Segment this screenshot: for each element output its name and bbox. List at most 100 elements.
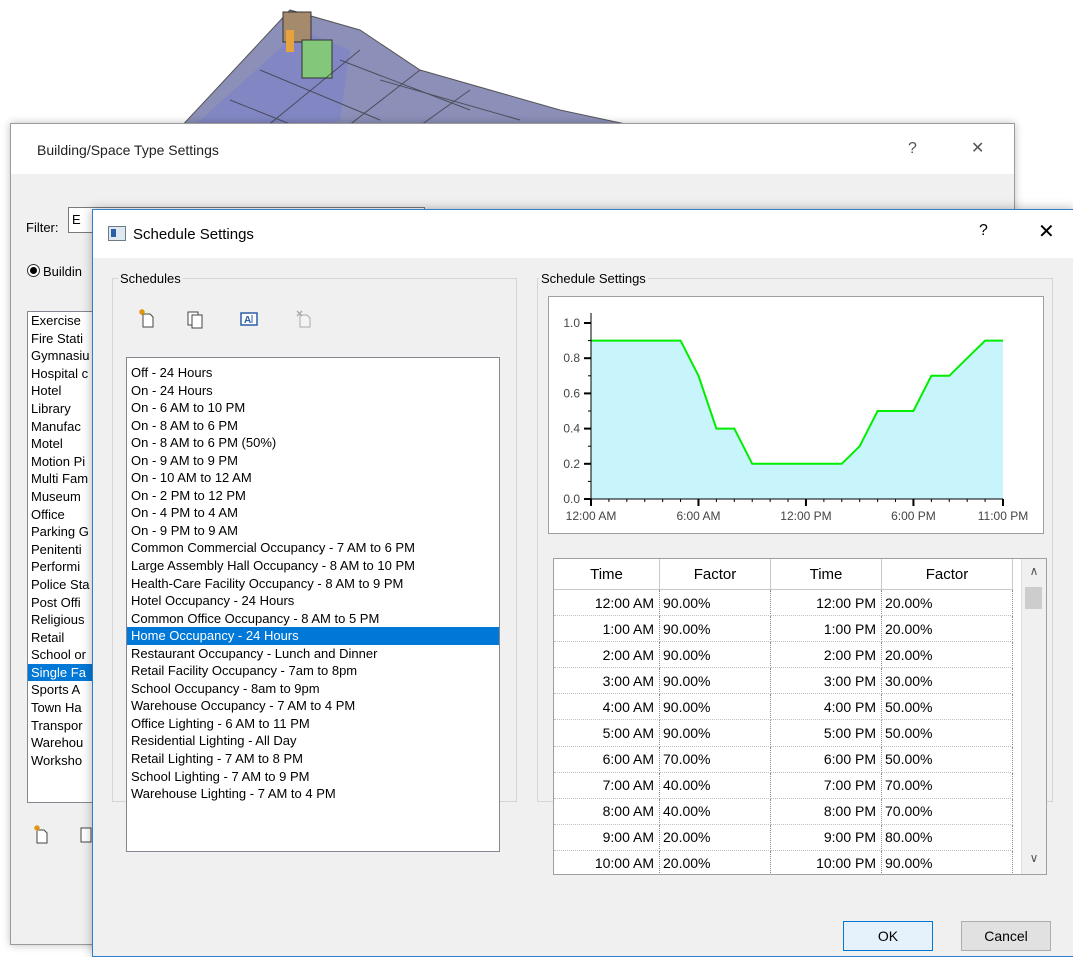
schedule-list-item[interactable]: Residential Lighting - All Day [127, 732, 499, 750]
factor-cell[interactable]: 90.00% [659, 719, 771, 747]
close-button[interactable]: ✕ [1038, 219, 1055, 244]
schedule-list-item[interactable]: On - 6 AM to 10 PM [127, 399, 499, 417]
time-cell: 12:00 AM [554, 589, 660, 617]
table-row[interactable]: 12:00 AM 90.00% 12:00 PM 20.00% [554, 589, 1013, 617]
table-row[interactable]: 1:00 AM 90.00% 1:00 PM 20.00% [554, 615, 1013, 643]
help-button[interactable]: ? [908, 140, 917, 158]
factor-cell[interactable]: 90.00% [659, 693, 771, 721]
delete-icon[interactable] [294, 309, 314, 329]
schedule-list-item[interactable]: Retail Facility Occupancy - 7am to 8pm [127, 662, 499, 680]
schedule-list-item[interactable]: On - 8 AM to 6 PM (50%) [127, 434, 499, 452]
table-row[interactable]: 5:00 AM 90.00% 5:00 PM 50.00% [554, 719, 1013, 747]
table-row[interactable]: 6:00 AM 70.00% 6:00 PM 50.00% [554, 746, 1013, 773]
table-header-row: Time Factor Time Factor [554, 559, 1013, 590]
y-tick-label: 0.2 [563, 457, 580, 471]
y-tick-label: 0.0 [563, 492, 580, 506]
schedule-list-item[interactable]: Warehouse Lighting - 7 AM to 4 PM [127, 785, 499, 803]
new-icon[interactable] [34, 825, 48, 844]
schedule-list-item[interactable]: Restaurant Occupancy - Lunch and Dinner [127, 645, 499, 663]
table-row[interactable]: 2:00 AM 90.00% 2:00 PM 20.00% [554, 641, 1013, 669]
schedule-list-item[interactable]: On - 8 AM to 6 PM [127, 417, 499, 435]
factor-cell[interactable]: 20.00% [659, 824, 771, 851]
schedule-list-item[interactable]: Common Commercial Occupancy - 7 AM to 6 … [127, 539, 499, 557]
table-row[interactable]: 9:00 AM 20.00% 9:00 PM 80.00% [554, 824, 1013, 851]
factor-cell[interactable]: 50.00% [881, 719, 1013, 747]
y-tick-label: 0.6 [563, 386, 580, 400]
time-cell: 1:00 PM [770, 615, 882, 643]
factor-cell[interactable]: 70.00% [659, 746, 771, 773]
schedules-list[interactable]: Off - 24 Hours On - 24 Hours On - 6 AM to … [126, 357, 500, 852]
factor-cell[interactable]: 40.00% [659, 772, 771, 799]
factor-cell[interactable]: 90.00% [881, 850, 1013, 874]
table-row[interactable]: 3:00 AM 90.00% 3:00 PM 30.00% [554, 667, 1013, 695]
table-row[interactable]: 10:00 AM 20.00% 10:00 PM 90.00% [554, 850, 1013, 874]
schedule-list-item[interactable]: Retail Lighting - 7 AM to 8 PM [127, 750, 499, 768]
time-cell: 2:00 AM [554, 641, 660, 669]
header-time-am[interactable]: Time [554, 559, 660, 590]
titlebar: Building/Space Type Settings ? ✕ [11, 124, 1014, 174]
factor-cell[interactable]: 90.00% [659, 641, 771, 669]
schedule-settings-group-label: Schedule Settings [539, 271, 648, 286]
dialog-title: Schedule Settings [133, 226, 254, 243]
duplicate-icon[interactable] [185, 309, 205, 329]
bottom-toolbar [33, 824, 93, 849]
scroll-thumb[interactable] [1025, 587, 1042, 609]
factor-cell[interactable]: 40.00% [659, 798, 771, 825]
header-factor-pm[interactable]: Factor [881, 559, 1013, 590]
factor-cell[interactable]: 90.00% [659, 615, 771, 643]
x-tick-label: 12:00 AM [566, 509, 617, 523]
schedule-list-item[interactable]: On - 2 PM to 12 PM [127, 487, 499, 505]
factor-cell[interactable]: 50.00% [881, 746, 1013, 773]
schedule-list-item[interactable]: On - 24 Hours [127, 382, 499, 400]
x-tick-label: 11:00 PM [978, 509, 1028, 523]
x-tick-label: 6:00 AM [676, 509, 720, 523]
cancel-button[interactable]: Cancel [961, 921, 1051, 951]
ok-button[interactable]: OK [843, 921, 933, 951]
schedule-list-item[interactable]: Large Assembly Hall Occupancy - 8 AM to … [127, 557, 499, 575]
duplicate-icon[interactable] [80, 827, 92, 843]
factor-cell[interactable]: 20.00% [881, 589, 1013, 617]
table-row[interactable]: 8:00 AM 40.00% 8:00 PM 70.00% [554, 798, 1013, 825]
table-scrollbar[interactable]: ∧ ∨ [1021, 559, 1046, 874]
schedule-list-item[interactable]: Common Office Occupancy - 8 AM to 5 PM [127, 610, 499, 628]
schedule-list-item[interactable]: Home Occupancy - 24 Hours [127, 627, 499, 645]
y-tick-label: 0.8 [563, 351, 580, 365]
schedule-list-item[interactable]: Office Lighting - 6 AM to 11 PM [127, 715, 499, 733]
rename-icon[interactable]: A [239, 309, 259, 329]
factor-cell[interactable]: 90.00% [659, 589, 771, 617]
time-cell: 1:00 AM [554, 615, 660, 643]
schedule-list-item[interactable]: Off - 24 Hours [127, 364, 499, 382]
factor-cell[interactable]: 70.00% [881, 772, 1013, 799]
time-cell: 6:00 PM [770, 746, 882, 773]
table-row[interactable]: 7:00 AM 40.00% 7:00 PM 70.00% [554, 772, 1013, 799]
header-factor-am[interactable]: Factor [659, 559, 771, 590]
y-tick-label: 1.0 [563, 316, 580, 330]
schedule-chart: 0.0 0.2 0.4 0.6 0.8 1.0 12:00 AM 6:00 AM 12:00 P… [548, 296, 1044, 534]
schedule-list-item[interactable]: School Lighting - 7 AM to 9 PM [127, 768, 499, 786]
factor-cell[interactable]: 70.00% [881, 798, 1013, 825]
scroll-up-icon[interactable]: ∧ [1022, 564, 1046, 578]
help-button[interactable]: ? [979, 222, 988, 240]
dialog-title: Building/Space Type Settings [37, 142, 219, 158]
factor-cell[interactable]: 30.00% [881, 667, 1013, 695]
schedule-list-item[interactable]: School Occupancy - 8am to 9pm [127, 680, 499, 698]
schedule-list-item[interactable]: Hotel Occupancy - 24 Hours [127, 592, 499, 610]
factor-cell[interactable]: 80.00% [881, 824, 1013, 851]
factor-cell[interactable]: 50.00% [881, 693, 1013, 721]
new-schedule-icon[interactable] [137, 309, 157, 329]
schedule-list-item[interactable]: On - 10 AM to 12 AM [127, 469, 499, 487]
schedule-list-item[interactable]: On - 9 PM to 9 AM [127, 522, 499, 540]
scroll-down-icon[interactable]: ∨ [1022, 851, 1046, 865]
table-row[interactable]: 4:00 AM 90.00% 4:00 PM 50.00% [554, 693, 1013, 721]
factor-cell[interactable]: 20.00% [659, 850, 771, 874]
header-time-pm[interactable]: Time [770, 559, 882, 590]
schedule-list-item[interactable]: On - 4 PM to 4 AM [127, 504, 499, 522]
factor-cell[interactable]: 90.00% [659, 667, 771, 695]
schedule-list-item[interactable]: Warehouse Occupancy - 7 AM to 4 PM [127, 697, 499, 715]
close-button[interactable]: ✕ [971, 138, 984, 158]
factor-cell[interactable]: 20.00% [881, 615, 1013, 643]
building-radio[interactable]: Buildin [27, 264, 82, 279]
schedule-list-item[interactable]: On - 9 AM to 9 PM [127, 452, 499, 470]
schedule-list-item[interactable]: Health-Care Facility Occupancy - 8 AM to… [127, 575, 499, 593]
factor-cell[interactable]: 20.00% [881, 641, 1013, 669]
